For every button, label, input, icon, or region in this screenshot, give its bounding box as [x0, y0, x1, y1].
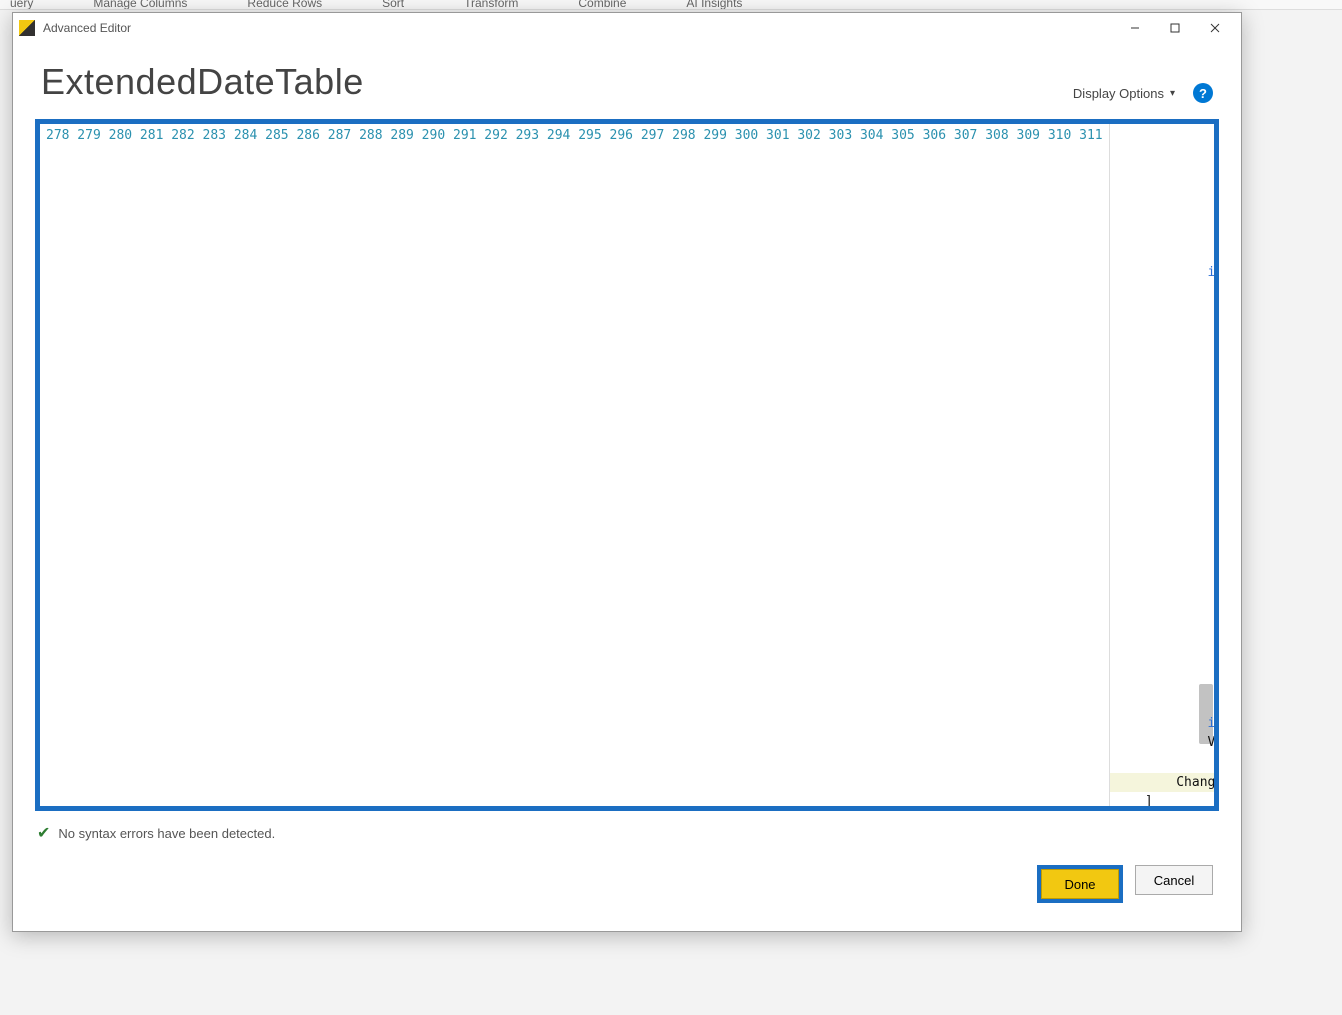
power-bi-icon — [19, 20, 35, 36]
code-area[interactable]: RemoveToday = Table.RemoveColumns( if En… — [1110, 124, 1214, 806]
window-title: Advanced Editor — [43, 21, 131, 35]
display-options-dropdown[interactable]: Display Options ▾ — [1073, 86, 1175, 101]
button-row: Done Cancel — [13, 849, 1241, 921]
close-button[interactable] — [1195, 14, 1235, 42]
titlebar: Advanced Editor — [13, 13, 1241, 43]
help-icon[interactable]: ? — [1193, 83, 1213, 103]
check-icon: ✔ — [37, 823, 50, 843]
maximize-button[interactable] — [1155, 14, 1195, 42]
minimize-button[interactable] — [1115, 14, 1155, 42]
status-message: No syntax errors have been detected. — [58, 826, 275, 841]
advanced-editor-dialog: Advanced Editor ExtendedDateTable Displa… — [12, 12, 1242, 932]
cancel-button[interactable]: Cancel — [1135, 865, 1213, 895]
code-editor[interactable]: 278 279 280 281 282 283 284 285 286 287 … — [35, 119, 1219, 811]
done-button[interactable]: Done — [1041, 869, 1119, 899]
status-row: ✔ No syntax errors have been detected. — [13, 817, 1241, 849]
line-number-gutter: 278 279 280 281 282 283 284 285 286 287 … — [40, 124, 1110, 806]
done-button-highlight: Done — [1037, 865, 1123, 903]
ribbon-groups: uery Manage Columns Reduce Rows Sort Tra… — [0, 0, 1342, 10]
query-name: ExtendedDateTable — [41, 61, 364, 103]
header-row: ExtendedDateTable Display Options ▾ ? — [13, 43, 1241, 113]
chevron-down-icon: ▾ — [1170, 88, 1175, 99]
